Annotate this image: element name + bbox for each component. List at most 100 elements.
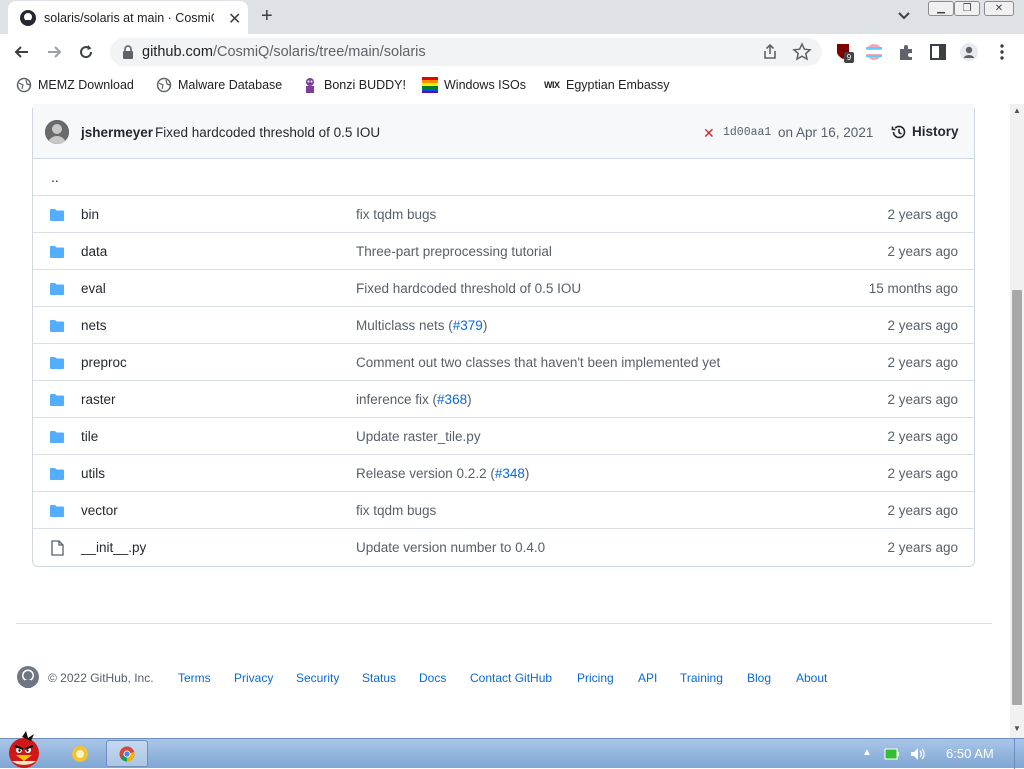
page-scrollbar[interactable]: ▲ ▼ <box>1010 104 1024 738</box>
commit-message[interactable]: Fixed hardcoded threshold of 0.5 IOU <box>155 125 380 140</box>
commit-message-link[interactable]: Update version number to 0.4.0 <box>356 540 545 555</box>
file-row[interactable]: eval Fixed hardcoded threshold of 0.5 IOU… <box>33 270 974 307</box>
address-bar[interactable]: github.com/CosmiQ/solaris/tree/main/sola… <box>110 38 822 66</box>
bookmark-malware-database[interactable]: Malware Database <box>156 77 291 93</box>
commit-message-link[interactable]: Update raster_tile.py <box>356 429 481 444</box>
bookmark-egyptian-embassy[interactable]: WIX Egyptian Embassy <box>544 77 679 93</box>
commit-message-link[interactable]: Three-part preprocessing tutorial <box>356 244 552 259</box>
file-name-link[interactable]: __init__.py <box>81 540 146 555</box>
file-row[interactable]: nets Multiclass nets (#379) 2 years ago <box>33 307 974 344</box>
file-name-link[interactable]: nets <box>81 318 107 333</box>
commit-message-link[interactable]: fix tqdm bugs <box>356 503 436 518</box>
start-button-angry-bird-icon[interactable] <box>2 731 48 769</box>
commit-message-text[interactable]: fix tqdm bugs <box>356 207 436 222</box>
scroll-up-arrow-icon[interactable]: ▲ <box>1013 106 1021 115</box>
file-row[interactable]: utils Release version 0.2.2 (#348) 2 years… <box>33 455 974 492</box>
footer-link-status[interactable]: Status <box>362 671 396 685</box>
commit-message-link[interactable]: fix tqdm bugs <box>356 207 436 222</box>
file-name-link[interactable]: utils <box>81 466 105 481</box>
bookmark-windows-isos[interactable]: Windows ISOs <box>422 77 534 93</box>
commit-message-link[interactable]: Fixed hardcoded threshold of 0.5 IOU <box>356 281 581 296</box>
parent-directory-link[interactable]: .. <box>51 169 59 185</box>
commit-message-text[interactable]: Comment out two classes that haven't bee… <box>356 355 720 370</box>
lock-icon[interactable] <box>122 45 134 59</box>
footer-link-security[interactable]: Security <box>296 671 339 685</box>
taskbar-clock[interactable]: 6:50 AM <box>946 746 994 761</box>
commit-message-link[interactable]: Release version 0.2.2 (#348) <box>356 466 529 481</box>
tray-up-arrow-icon[interactable]: ▲ <box>862 747 872 758</box>
restore-window-button[interactable]: ❐ <box>954 1 980 16</box>
volume-tray-icon[interactable] <box>910 747 926 761</box>
file-icon <box>51 540 64 556</box>
file-row[interactable]: data Three-part preprocessing tutorial 2 y… <box>33 233 974 270</box>
footer-link-pricing[interactable]: Pricing <box>577 671 614 685</box>
file-name-link[interactable]: preproc <box>81 355 127 370</box>
commit-message-text[interactable]: Update raster_tile.py <box>356 429 481 444</box>
parent-directory-row[interactable]: .. <box>33 159 974 196</box>
share-icon[interactable] <box>760 42 780 62</box>
profile-flag-extension-icon[interactable] <box>864 42 884 62</box>
minimize-window-button[interactable]: ▁ <box>928 1 954 16</box>
profile-avatar-icon[interactable] <box>959 42 979 62</box>
browser-menu-icon[interactable] <box>992 42 1012 62</box>
footer-link-privacy[interactable]: Privacy <box>234 671 273 685</box>
file-name-link[interactable]: bin <box>81 207 99 222</box>
commit-message-text[interactable]: inference fix ( <box>356 392 437 407</box>
pull-request-link[interactable]: #348 <box>495 466 525 481</box>
ublock-extension-icon[interactable]: 9 <box>834 42 854 63</box>
file-name-link[interactable]: data <box>81 244 107 259</box>
footer-link-terms[interactable]: Terms <box>178 671 211 685</box>
side-panel-icon[interactable] <box>928 42 948 62</box>
footer-link-training[interactable]: Training <box>680 671 723 685</box>
commit-message-link[interactable]: Comment out two classes that haven't bee… <box>356 355 720 370</box>
taskbar-chrome-button[interactable] <box>106 740 148 767</box>
file-row[interactable]: tile Update raster_tile.py 2 years ago <box>33 418 974 455</box>
bookmark-memz-download[interactable]: MEMZ Download <box>16 77 146 93</box>
failed-status-icon[interactable]: ✕ <box>703 125 715 142</box>
footer-link-contact-github[interactable]: Contact GitHub <box>470 671 552 685</box>
taskbar-app-icon[interactable] <box>66 742 94 766</box>
close-tab-icon[interactable]: ✕ <box>228 9 241 29</box>
footer-link-blog[interactable]: Blog <box>747 671 771 685</box>
show-desktop-button[interactable] <box>1014 739 1024 769</box>
extensions-puzzle-icon[interactable] <box>896 42 916 62</box>
commit-message-text[interactable]: Release version 0.2.2 ( <box>356 466 495 481</box>
scroll-down-arrow-icon[interactable]: ▼ <box>1013 724 1021 733</box>
github-logo-icon[interactable] <box>16 665 40 689</box>
file-name-link[interactable]: raster <box>81 392 116 407</box>
footer-link-about[interactable]: About <box>796 671 827 685</box>
file-row[interactable]: vector fix tqdm bugs 2 years ago <box>33 492 974 529</box>
commit-author[interactable]: jshermeyer <box>81 125 153 140</box>
reload-icon[interactable] <box>76 42 96 62</box>
footer-link-docs[interactable]: Docs <box>419 671 446 685</box>
bookmark-star-icon[interactable] <box>792 42 812 62</box>
footer-link-api[interactable]: API <box>638 671 657 685</box>
file-name-link[interactable]: eval <box>81 281 106 296</box>
tab-search-chevron-icon[interactable] <box>896 9 912 23</box>
file-name-link[interactable]: tile <box>81 429 98 444</box>
new-tab-icon[interactable]: + <box>261 5 273 28</box>
commit-message-link[interactable]: Multiclass nets (#379) <box>356 318 487 333</box>
file-row[interactable]: __init__.py Update version number to 0.4.… <box>33 529 974 566</box>
commit-message-text[interactable]: fix tqdm bugs <box>356 503 436 518</box>
file-row[interactable]: preproc Comment out two classes that have… <box>33 344 974 381</box>
browser-tab[interactable]: solaris/solaris at main · CosmiQ ✕ <box>8 1 248 35</box>
battery-tray-icon[interactable] <box>884 748 900 760</box>
bookmark-bonzi-buddy[interactable]: Bonzi BUDDY! <box>302 77 412 93</box>
forward-icon[interactable] <box>44 42 64 62</box>
back-icon[interactable] <box>12 42 32 62</box>
file-row[interactable]: bin fix tqdm bugs 2 years ago <box>33 196 974 233</box>
scrollbar-thumb[interactable] <box>1012 290 1022 705</box>
commit-message-text[interactable]: Update version number to 0.4.0 <box>356 540 545 555</box>
file-row[interactable]: raster inference fix (#368) 2 years ago <box>33 381 974 418</box>
commit-sha[interactable]: 1d00aa1 <box>723 126 771 139</box>
commit-message-link[interactable]: inference fix (#368) <box>356 392 472 407</box>
commit-message-text[interactable]: Fixed hardcoded threshold of 0.5 IOU <box>356 281 581 296</box>
pull-request-link[interactable]: #368 <box>437 392 467 407</box>
commit-message-text[interactable]: Multiclass nets ( <box>356 318 453 333</box>
pull-request-link[interactable]: #379 <box>453 318 483 333</box>
file-name-link[interactable]: vector <box>81 503 118 518</box>
author-avatar[interactable] <box>45 120 69 144</box>
commit-message-text[interactable]: Three-part preprocessing tutorial <box>356 244 552 259</box>
close-window-button[interactable]: ✕ <box>984 1 1014 16</box>
